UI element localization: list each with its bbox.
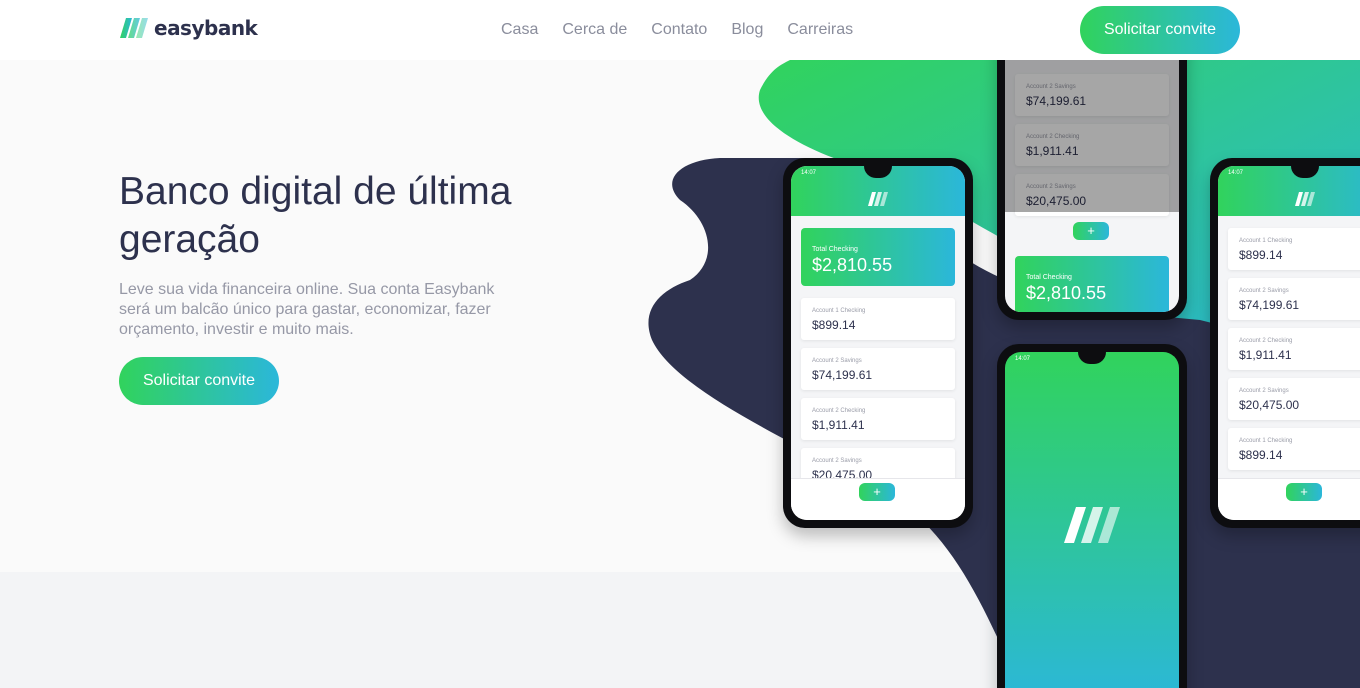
app-logo-icon <box>1295 192 1315 206</box>
status-time: 14:07 <box>1015 356 1031 362</box>
account-amount: $899.14 <box>1239 448 1283 462</box>
nav-item-blog[interactable]: Blog <box>731 20 763 40</box>
account-label: Account 1 Checking <box>812 308 866 314</box>
account-label: Account 2 Savings <box>1239 388 1289 394</box>
account-label: Account 1 Checking <box>1239 238 1293 244</box>
phone-right: 14:07 Account 1 Checking $899.14 Account… <box>1210 158 1360 528</box>
account-card[interactable]: Account 2 Savings $74,199.61 <box>1228 278 1360 320</box>
hero-illustration: 14:07 Total Checking $2,810.55 Account 1… <box>640 60 1360 688</box>
account-label: Account 2 Checking <box>812 408 866 414</box>
phone-header: 14:07 <box>1218 166 1360 216</box>
account-amount: $1,911.41 <box>1239 348 1292 362</box>
total-checking-card[interactable]: Total Checking $2,810.55 <box>1015 256 1169 312</box>
account-card[interactable]: Account 2 Checking $1,911.41 <box>1228 328 1360 370</box>
account-card[interactable]: Account 2 Checking $1,911.41 <box>801 398 955 440</box>
account-card[interactable]: Account 2 Savings $74,199.61 <box>801 348 955 390</box>
header-invite-button[interactable]: Solicitar convite <box>1080 6 1240 54</box>
account-label: Account 2 Savings <box>812 458 862 464</box>
nav-item-casa[interactable]: Casa <box>501 20 538 40</box>
easybank-logo-icon <box>120 18 148 38</box>
account-label: Account 2 Checking <box>1239 338 1293 344</box>
total-amount: $2,810.55 <box>812 255 893 275</box>
total-label: Total Checking <box>1026 274 1072 281</box>
app-logo-icon <box>868 192 888 206</box>
hero-description: Leve sua vida financeira online. Sua con… <box>119 281 495 338</box>
account-label: Account 2 Savings <box>812 358 862 364</box>
hero-title: Banco digital de última geração <box>119 170 512 261</box>
account-amount: $899.14 <box>1239 248 1283 262</box>
total-amount: $2,810.55 <box>1026 283 1107 303</box>
account-card[interactable]: Account 1 Checking $899.14 <box>1228 228 1360 270</box>
phone-left: 14:07 Total Checking $2,810.55 Account 1… <box>783 158 973 528</box>
hero-invite-button[interactable]: Solicitar convite <box>119 357 279 405</box>
account-amount: $74,199.61 <box>1239 298 1300 312</box>
phone-screen: Account 2 Savings $74,199.61 Account 2 C… <box>1005 60 1179 312</box>
account-amount: $1,911.41 <box>812 418 865 432</box>
nav-item-contato[interactable]: Contato <box>651 20 707 40</box>
phone-screen: 14:07 Account 1 Checking $899.14 Account… <box>1218 166 1360 520</box>
site-header: easybank Casa Cerca de Contato Blog Carr… <box>0 0 1360 60</box>
account-label: Account 1 Checking <box>1239 438 1293 444</box>
phone-top: Account 2 Savings $74,199.61 Account 2 C… <box>997 60 1187 320</box>
nav-item-cerca-de[interactable]: Cerca de <box>562 20 627 40</box>
add-button[interactable]: + <box>859 483 895 501</box>
logo[interactable]: easybank <box>120 16 258 40</box>
phone-notch <box>1078 352 1106 364</box>
account-card[interactable]: Account 2 Savings $20,475.00 <box>1228 378 1360 420</box>
main-nav: Casa Cerca de Contato Blog Carreiras <box>501 20 853 40</box>
phone-screen: 14:07 <box>1005 352 1179 688</box>
account-card[interactable]: Account 1 Checking $899.14 <box>1228 428 1360 470</box>
nav-item-carreiras[interactable]: Carreiras <box>787 20 853 40</box>
modal-overlay <box>1005 60 1179 212</box>
status-time: 14:07 <box>801 170 817 176</box>
total-label: Total Checking <box>812 246 858 253</box>
total-checking-card[interactable]: Total Checking $2,810.55 <box>801 228 955 286</box>
logo-text: easybank <box>154 16 258 40</box>
account-amount: $899.14 <box>812 318 856 332</box>
add-button[interactable]: + <box>1286 483 1322 501</box>
account-amount: $20,475.00 <box>1239 398 1300 412</box>
phone-bottom: 14:07 <box>997 344 1187 688</box>
phone-screen: 14:07 Total Checking $2,810.55 Account 1… <box>791 166 965 520</box>
account-amount: $74,199.61 <box>812 368 873 382</box>
add-button[interactable]: + <box>1073 222 1109 240</box>
splash-logo-icon <box>1064 507 1120 543</box>
account-card[interactable]: Account 1 Checking $899.14 <box>801 298 955 340</box>
account-label: Account 2 Savings <box>1239 288 1289 294</box>
status-time: 14:07 <box>1228 170 1244 176</box>
